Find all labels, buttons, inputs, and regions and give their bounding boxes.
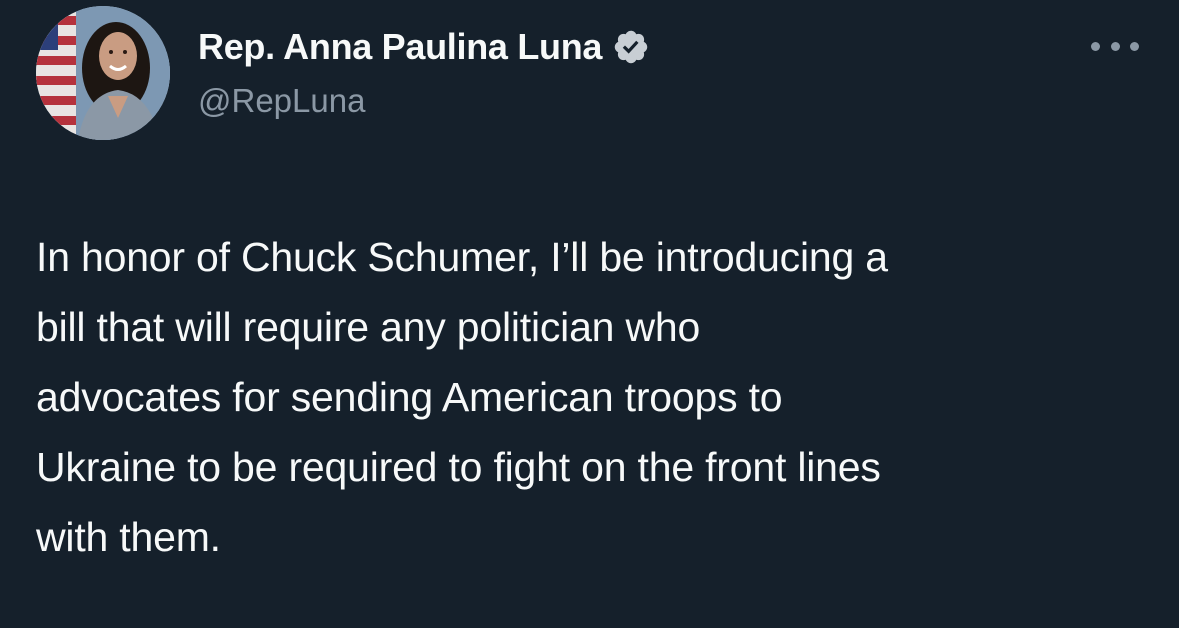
tweet-card: Rep. Anna Paulina Luna @RepLuna In honor… <box>0 0 1179 628</box>
author-handle[interactable]: @RepLuna <box>198 82 650 120</box>
author-identity: Rep. Anna Paulina Luna @RepLuna <box>198 22 650 120</box>
more-dot-icon <box>1091 41 1100 51</box>
name-row: Rep. Anna Paulina Luna <box>198 22 650 72</box>
tweet-text-line: with them. <box>36 514 221 560</box>
more-options-icon[interactable] <box>1091 36 1139 56</box>
tweet-text-line: bill that will require any politician wh… <box>36 304 701 350</box>
more-dot-icon <box>1110 41 1120 51</box>
tweet-text-line: In honor of Chuck Schumer, I’ll be intro… <box>36 234 888 280</box>
author-name[interactable]: Rep. Anna Paulina Luna <box>198 26 602 68</box>
profile-photo <box>36 6 170 140</box>
tweet-text: In honor of Chuck Schumer, I’ll be intro… <box>36 222 1146 572</box>
tweet-text-line: advocates for sending American troops to <box>36 374 783 420</box>
tweet-header: Rep. Anna Paulina Luna @RepLuna <box>36 6 1143 146</box>
verified-badge-icon[interactable] <box>612 28 650 66</box>
avatar[interactable] <box>36 6 170 140</box>
tweet-text-line: Ukraine to be required to fight on the f… <box>36 444 881 490</box>
more-dot-icon <box>1130 41 1139 51</box>
